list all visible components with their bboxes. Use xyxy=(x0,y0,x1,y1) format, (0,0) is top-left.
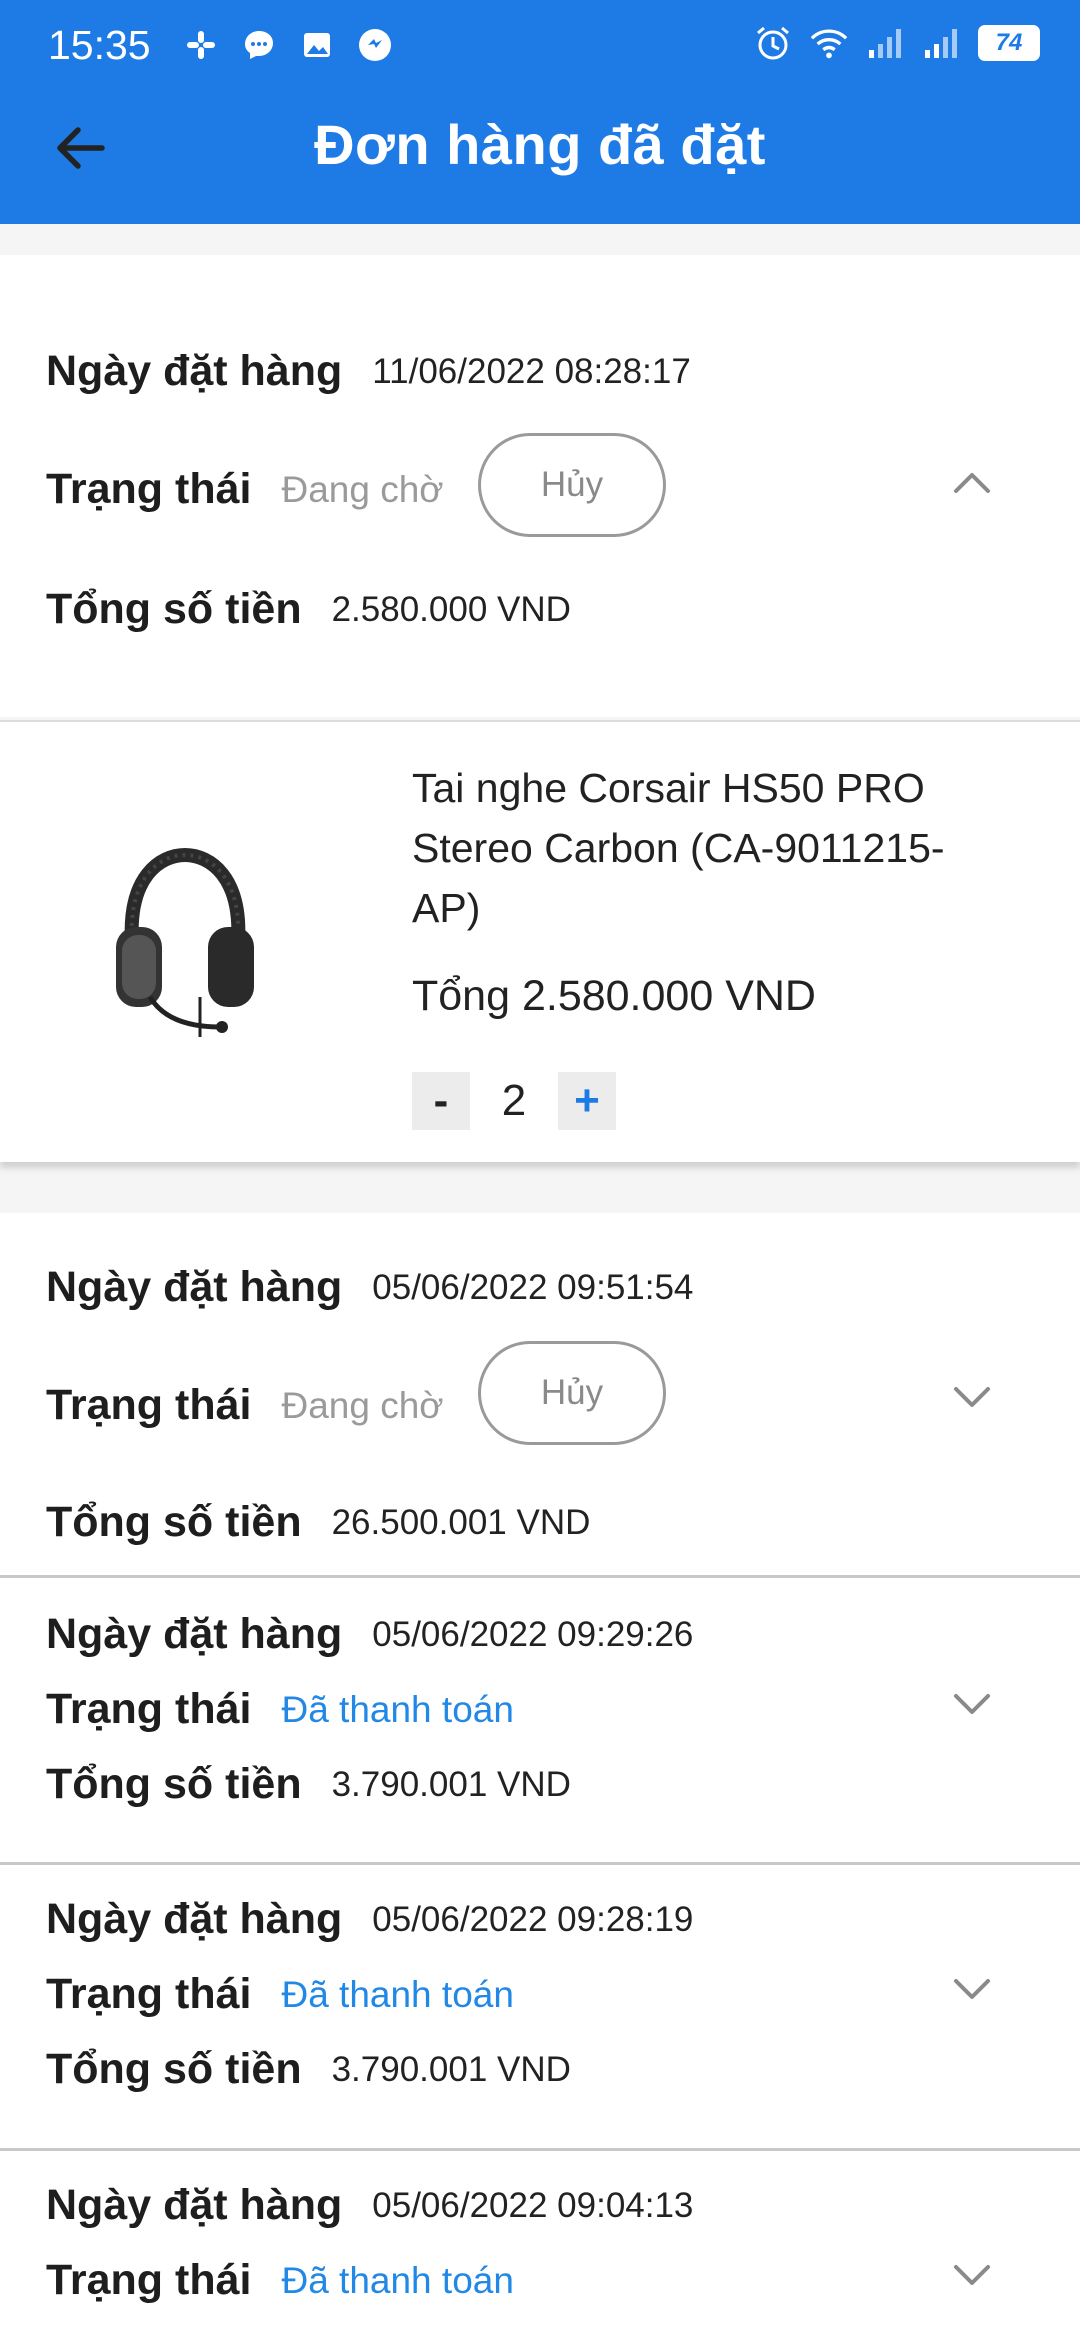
chevron-down-icon[interactable] xyxy=(950,1381,994,1411)
status-row: Trạng thái Đã thanh toán xyxy=(46,1970,514,2019)
order-card[interactable]: Ngày đặt hàng 05/06/2022 09:51:54 Trạng … xyxy=(0,1213,1080,1575)
chevron-down-icon[interactable] xyxy=(950,2259,994,2289)
total-label: Tổng số tiền xyxy=(46,585,302,633)
order-date-row: Ngày đặt hàng 05/06/2022 09:29:26 xyxy=(46,1610,693,1659)
order-date-row: Ngày đặt hàng 05/06/2022 09:51:54 xyxy=(46,1263,693,1312)
order-date-value: 05/06/2022 09:51:54 xyxy=(372,1267,694,1307)
messenger-icon xyxy=(240,26,278,64)
order-date-label: Ngày đặt hàng xyxy=(46,1263,343,1311)
order-date-label: Ngày đặt hàng xyxy=(46,2181,343,2229)
status-label: Trạng thái xyxy=(46,2256,252,2304)
status-value: Đã thanh toán xyxy=(281,1973,514,2015)
total-label: Tổng số tiền xyxy=(46,1760,302,1808)
total-value: 2.580.000 VND xyxy=(331,589,571,629)
total-value: 3.790.001 VND xyxy=(331,2049,571,2089)
battery-icon: 74 xyxy=(978,25,1040,61)
order-item: Tai nghe Corsair HS50 PRO Stereo Carbon … xyxy=(0,720,1080,1162)
order-date-row: Ngày đặt hàng 05/06/2022 09:28:19 xyxy=(46,1895,693,1944)
status-time: 15:35 xyxy=(48,22,151,68)
slack-icon xyxy=(182,26,220,64)
gallery-icon xyxy=(298,26,336,64)
app-bar: 15:35 74 Đơn hàng đã đặt xyxy=(0,0,1080,224)
status-value: Đang chờ xyxy=(281,468,444,510)
quantity-value: 2 xyxy=(501,1076,527,1125)
status-row: Trạng thái Đã thanh toán xyxy=(46,2256,514,2305)
order-date-value: 05/06/2022 09:04:13 xyxy=(372,2185,694,2225)
order-card[interactable]: Ngày đặt hàng 05/06/2022 09:29:26 Trạng … xyxy=(0,1578,1080,1862)
order-card[interactable]: Ngày đặt hàng 05/06/2022 09:04:13 Trạng … xyxy=(0,2151,1080,2340)
status-row: Trạng thái Đang chờ xyxy=(46,465,444,514)
status-value: Đã thanh toán xyxy=(281,2259,514,2301)
system-icons: 74 xyxy=(754,24,1040,62)
product-total: Tổng 2.580.000 VND xyxy=(412,972,816,1020)
alarm-icon xyxy=(754,24,792,62)
order-date-value: 05/06/2022 09:29:26 xyxy=(372,1614,694,1654)
status-label: Trạng thái xyxy=(46,1970,252,2018)
total-value: 26.500.001 VND xyxy=(331,1502,591,1542)
chevron-up-icon[interactable] xyxy=(950,467,994,497)
order-date-value: 11/06/2022 08:28:17 xyxy=(372,351,691,391)
headset-image xyxy=(116,847,254,1037)
chevron-down-icon[interactable] xyxy=(950,1688,994,1718)
signal-icon xyxy=(922,24,960,62)
total-label: Tổng số tiền xyxy=(46,2045,302,2093)
total-row: Tổng số tiền 26.500.001 VND xyxy=(46,1498,590,1547)
signal-icon xyxy=(866,24,904,62)
notification-icons xyxy=(182,26,394,64)
order-date-value: 05/06/2022 09:28:19 xyxy=(372,1899,694,1939)
order-date-label: Ngày đặt hàng xyxy=(46,1895,343,1943)
total-row: Tổng số tiền 2.580.000 VND xyxy=(46,585,571,634)
cancel-button[interactable]: Hủy xyxy=(478,433,666,537)
cancel-button[interactable]: Hủy xyxy=(478,1341,666,1445)
chat-bubble-icon xyxy=(356,26,394,64)
status-label: Trạng thái xyxy=(46,465,252,513)
status-row: Trạng thái Đang chờ xyxy=(46,1381,444,1430)
quantity-stepper: - 2 + xyxy=(412,1072,616,1130)
total-row: Tổng số tiền 3.790.001 VND xyxy=(46,2045,571,2094)
decrease-quantity-button[interactable]: - xyxy=(412,1072,470,1130)
order-date-label: Ngày đặt hàng xyxy=(46,1610,343,1658)
status-label: Trạng thái xyxy=(46,1381,252,1429)
increase-quantity-button[interactable]: + xyxy=(558,1072,616,1130)
status-row: Trạng thái Đã thanh toán xyxy=(46,1685,514,1734)
total-label: Tổng số tiền xyxy=(46,1498,302,1546)
chevron-down-icon[interactable] xyxy=(950,1973,994,2003)
page-title: Đơn hàng đã đặt xyxy=(314,113,766,176)
order-date-row: Ngày đặt hàng 11/06/2022 08:28:17 xyxy=(46,347,691,396)
status-label: Trạng thái xyxy=(46,1685,252,1733)
order-date-label: Ngày đặt hàng xyxy=(46,347,343,395)
status-value: Đang chờ xyxy=(281,1384,444,1426)
total-value: 3.790.001 VND xyxy=(331,1764,571,1804)
wifi-icon xyxy=(810,24,848,62)
order-card[interactable]: Ngày đặt hàng 11/06/2022 08:28:17 Trạng … xyxy=(0,255,1080,717)
order-date-row: Ngày đặt hàng 05/06/2022 09:04:13 xyxy=(46,2181,693,2230)
total-row: Tổng số tiền 3.790.001 VND xyxy=(46,1760,571,1809)
product-name[interactable]: Tai nghe Corsair HS50 PRO Stereo Carbon … xyxy=(412,758,1012,938)
status-value: Đã thanh toán xyxy=(281,1688,514,1730)
order-card[interactable]: Ngày đặt hàng 05/06/2022 09:28:19 Trạng … xyxy=(0,1865,1080,2148)
status-bar: 15:35 74 xyxy=(0,0,1080,90)
